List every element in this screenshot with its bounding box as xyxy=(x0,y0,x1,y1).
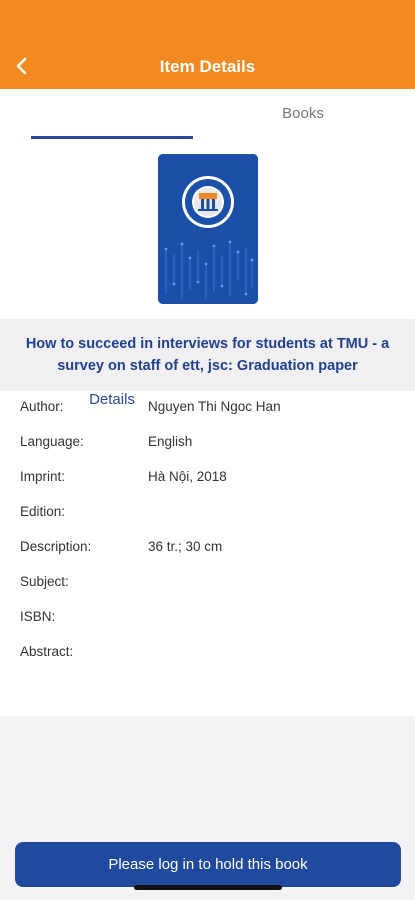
imprint-label: Imprint: xyxy=(20,469,66,484)
book-cover-image xyxy=(158,154,258,304)
tab-books[interactable]: Books xyxy=(222,105,384,122)
item-details-panel: Details Books How to succeed in intervie… xyxy=(0,89,415,716)
detail-row-isbn: ISBN: xyxy=(0,601,415,631)
login-to-hold-button[interactable]: Please log in to hold this book xyxy=(15,842,401,887)
abstract-label: Abstract: xyxy=(20,644,74,659)
detail-row-edition: Edition: xyxy=(0,496,415,526)
book-cover xyxy=(158,154,258,304)
book-title-band: How to succeed in interviews for student… xyxy=(0,319,415,391)
detail-row-imprint: Imprint: Hà Nội, 2018 xyxy=(0,461,415,491)
tab-bar: Details Books xyxy=(0,89,415,408)
active-tab-indicator xyxy=(31,136,193,139)
author-value: Nguyen Thi Ngoc Han xyxy=(148,399,281,414)
description-value: 36 tr.; 30 cm xyxy=(148,539,223,554)
detail-row-author: Author: Nguyen Thi Ngoc Han xyxy=(0,391,415,421)
page-title: Item Details xyxy=(159,57,256,76)
author-label: Author: xyxy=(20,399,64,414)
university-seal-icon xyxy=(182,176,234,228)
edition-label: Edition: xyxy=(20,504,66,519)
home-indicator xyxy=(134,885,282,890)
language-value: English xyxy=(148,434,193,449)
detail-row-description: Description: 36 tr.; 30 cm xyxy=(0,531,415,561)
detail-row-abstract: Abstract: xyxy=(0,636,415,666)
subject-label: Subject: xyxy=(20,574,69,589)
detail-row-language: Language: English xyxy=(0,426,415,456)
detail-row-subject: Subject: xyxy=(0,566,415,596)
imprint-value: Hà Nội, 2018 xyxy=(148,469,227,484)
isbn-label: ISBN: xyxy=(20,609,56,624)
book-title: How to succeed in interviews for student… xyxy=(25,336,390,374)
app-header: Item Details xyxy=(0,0,415,89)
language-label: Language: xyxy=(20,434,84,449)
description-label: Description: xyxy=(20,539,92,554)
